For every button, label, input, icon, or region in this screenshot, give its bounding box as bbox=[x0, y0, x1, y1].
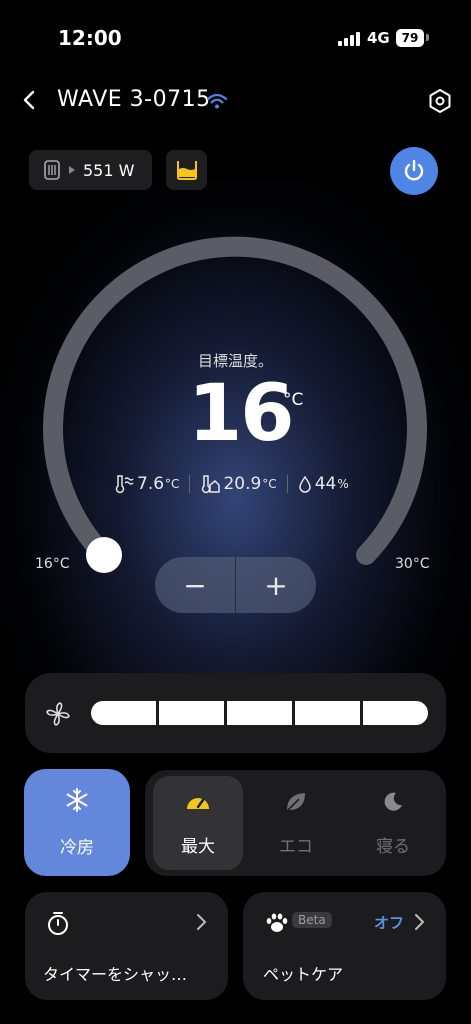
mode-max-button[interactable]: 最大 bbox=[153, 776, 243, 870]
leaf-icon bbox=[286, 792, 305, 812]
fan-speed-segment[interactable] bbox=[363, 701, 428, 725]
battery-cap bbox=[426, 34, 429, 41]
divider bbox=[189, 475, 191, 493]
device-title: WAVE 3-0715 bbox=[57, 87, 211, 112]
fan-speed-card bbox=[25, 673, 446, 753]
ac-unit-icon bbox=[44, 160, 60, 180]
operation-mode-selector: 最大 エコ 寝る bbox=[145, 770, 446, 876]
divider bbox=[286, 475, 288, 493]
moon-icon bbox=[384, 792, 402, 811]
mode-eco-label: エコ bbox=[279, 836, 313, 857]
fan-speed-slider[interactable] bbox=[91, 701, 428, 725]
dial-max-label: 30°C bbox=[395, 556, 430, 572]
pet-care-label: ペットケア bbox=[263, 965, 344, 984]
humidity-value: 44 bbox=[314, 474, 337, 494]
water-tank-icon bbox=[176, 161, 197, 180]
power-icon bbox=[404, 159, 424, 181]
arrow-right-icon bbox=[69, 166, 75, 174]
cool-mode-button[interactable]: 冷房 bbox=[24, 769, 130, 876]
speedometer-icon bbox=[187, 797, 209, 809]
indoor-temperature-unit: °C bbox=[262, 477, 277, 491]
fan-icon bbox=[46, 702, 70, 726]
sensor-readings: 7.6 °C 20.9 °C 44 % bbox=[112, 474, 349, 494]
snowflake-icon bbox=[66, 788, 88, 812]
cool-mode-label: 冷房 bbox=[60, 838, 94, 858]
chevron-right-icon bbox=[197, 914, 206, 930]
power-consumption-chip[interactable]: 551 W bbox=[29, 150, 152, 190]
fan-speed-segment[interactable] bbox=[159, 701, 224, 725]
humidity-drop-icon bbox=[298, 475, 311, 493]
fan-speed-segment[interactable] bbox=[295, 701, 360, 725]
dial-handle bbox=[86, 537, 122, 573]
hexagon-gear-icon[interactable] bbox=[427, 88, 453, 114]
water-tank-chip[interactable] bbox=[166, 150, 207, 190]
outdoor-temperature: 7.6 bbox=[137, 474, 165, 494]
indoor-thermometer-icon bbox=[202, 475, 221, 494]
outdoor-temperature-unit: °C bbox=[165, 477, 180, 491]
beta-badge: Beta bbox=[292, 912, 332, 928]
pet-care-state: オフ bbox=[374, 914, 405, 932]
increase-temperature-button[interactable]: + bbox=[236, 557, 316, 613]
power-button[interactable] bbox=[390, 147, 438, 195]
network-type: 4G bbox=[367, 29, 390, 47]
pet-care-card[interactable]: Beta オフ ペットケア bbox=[243, 892, 446, 1000]
mode-max-label: 最大 bbox=[181, 836, 215, 857]
dial-min-label: 16°C bbox=[35, 556, 70, 572]
cellular-signal-icon bbox=[338, 30, 360, 46]
target-temperature-value: 16 bbox=[188, 369, 295, 459]
timer-card[interactable]: タイマーをシャッ… bbox=[25, 892, 228, 1000]
chevron-left-icon[interactable] bbox=[18, 88, 42, 112]
mode-eco-button[interactable]: エコ bbox=[251, 776, 341, 870]
target-temperature-label: 目標温度。 bbox=[197, 352, 273, 370]
battery-icon: 79 bbox=[396, 29, 424, 47]
timer-label: タイマーをシャッ… bbox=[43, 965, 188, 984]
mode-sleep-button[interactable]: 寝る bbox=[348, 776, 438, 870]
battery-level: 79 bbox=[401, 31, 419, 45]
indoor-temperature: 20.9 bbox=[223, 474, 262, 494]
chevron-right-icon bbox=[415, 914, 424, 930]
status-bar: 12:00 4G 79 bbox=[0, 0, 471, 70]
target-temperature-unit: °C bbox=[283, 390, 304, 410]
humidity-unit: % bbox=[337, 477, 349, 491]
mode-sleep-label: 寝る bbox=[376, 836, 410, 857]
temperature-stepper: − + bbox=[155, 557, 316, 613]
status-time: 12:00 bbox=[58, 26, 122, 50]
fan-speed-segment[interactable] bbox=[227, 701, 292, 725]
power-watts: 551 W bbox=[83, 160, 135, 180]
stopwatch-icon bbox=[48, 912, 68, 935]
fan-speed-segment[interactable] bbox=[91, 701, 156, 725]
decrease-temperature-button[interactable]: − bbox=[155, 557, 235, 613]
outdoor-thermometer-icon bbox=[115, 475, 134, 494]
paw-icon bbox=[266, 913, 288, 932]
wifi-icon bbox=[206, 93, 228, 109]
